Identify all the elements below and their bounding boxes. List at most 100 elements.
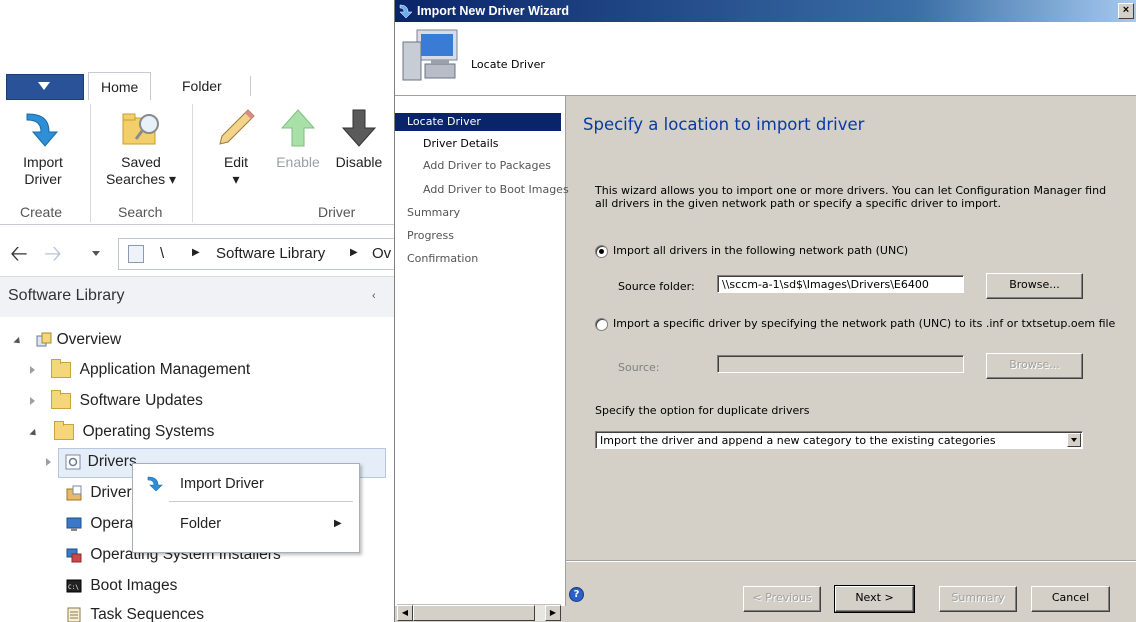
next-button[interactable]: Next > — [834, 585, 915, 613]
scroll-thumb[interactable] — [413, 605, 535, 621]
radio-import-specific-label[interactable]: Import a specific driver by specifying t… — [613, 317, 1115, 330]
page-heading: Specify a location to import driver — [583, 115, 865, 134]
menu-item-import-driver[interactable]: Import Driver — [134, 466, 358, 502]
file-menu-button[interactable] — [6, 74, 84, 100]
edit-button[interactable]: Edit ▾ — [208, 106, 264, 188]
close-icon[interactable]: × — [1118, 3, 1134, 19]
tree-item-task-sequences[interactable]: Task Sequences — [66, 600, 204, 622]
step-locate-driver: Locate Driver — [395, 113, 561, 131]
collapsed-icon — [30, 397, 35, 405]
radio-import-specific[interactable] — [595, 318, 608, 331]
back-arrow-icon[interactable]: 🡠 — [10, 242, 28, 266]
group-separator — [90, 104, 91, 222]
os-image-icon — [66, 517, 82, 531]
tab-folder-label: Folder — [182, 78, 222, 94]
horizontal-scrollbar[interactable]: ◀ ▶ — [397, 604, 561, 621]
tab-folder[interactable]: Folder — [170, 72, 234, 100]
import-driver-wizard: Import New Driver Wizard × Locate Driver… — [394, 0, 1136, 622]
wizard-page: Specify a location to import driver This… — [566, 96, 1136, 622]
browse-source-button[interactable]: Browse... — [986, 353, 1083, 379]
tree-item-overview[interactable]: Overview — [13, 325, 122, 355]
duplicate-option-value: Import the driver and append a new categ… — [600, 434, 996, 447]
tree-item-operating-systems[interactable]: Operating Systems — [29, 417, 215, 447]
collapsed-icon — [46, 458, 51, 466]
overview-icon — [36, 332, 52, 347]
import-driver-label: Import Driver — [23, 154, 63, 187]
boot-image-icon: C:\ — [66, 579, 82, 593]
tree-item-driver-packages[interactable]: Driver — [66, 478, 132, 508]
pencil-icon — [214, 106, 258, 150]
group-create-label: Create — [20, 204, 63, 220]
step-label: Progress — [407, 229, 454, 242]
tab-home[interactable]: Home — [88, 72, 152, 102]
source-input[interactable] — [717, 355, 964, 373]
wizard-header: Locate Driver — [395, 22, 1136, 96]
breadcrumb-chevron-icon[interactable]: ▶ — [350, 247, 358, 258]
tree-item-application-management[interactable]: Application Management — [30, 355, 250, 385]
tree-item-boot-images[interactable]: C:\ Boot Images — [66, 571, 177, 601]
summary-button[interactable]: Summary — [939, 586, 1017, 612]
disable-button[interactable]: Disable — [330, 106, 388, 171]
group-search-label: Search — [118, 204, 163, 220]
breadcrumb-item-software-library[interactable]: Software Library — [216, 245, 325, 262]
folder-icon — [51, 389, 72, 409]
context-menu: Import Driver Folder ▶ — [132, 463, 360, 553]
tree-label: Operating Systems — [82, 423, 215, 440]
saved-searches-button[interactable]: Saved Searches ▾ — [98, 106, 184, 188]
tree-label: Overview — [56, 331, 122, 348]
up-arrow-icon — [276, 106, 320, 150]
duplicate-option-select[interactable]: Import the driver and append a new categ… — [595, 431, 1083, 449]
expanded-icon — [13, 336, 23, 347]
os-installer-icon — [66, 548, 82, 563]
submenu-arrow-icon: ▶ — [334, 518, 342, 529]
forward-arrow-icon[interactable]: 🡢 — [44, 242, 62, 266]
previous-button[interactable]: < Previous — [743, 586, 821, 612]
expanded-icon — [29, 428, 39, 439]
source-label: Source: — [618, 361, 660, 374]
tree-label: Boot Images — [90, 577, 178, 594]
help-icon[interactable]: ? — [569, 587, 584, 602]
collapse-pane-icon[interactable]: ‹ — [372, 290, 376, 302]
step-label: Add Driver to Boot Images — [423, 183, 569, 196]
breadcrumb-chevron-icon[interactable]: ▶ — [192, 247, 200, 258]
scroll-left-icon[interactable]: ◀ — [397, 605, 413, 621]
header-title: Locate Driver — [471, 58, 545, 71]
tree-label: Application Management — [79, 361, 251, 378]
tree-item-drivers[interactable]: Drivers — [46, 447, 137, 477]
radio-import-all-label[interactable]: Import all drivers in the following netw… — [613, 244, 908, 257]
history-dropdown-icon[interactable] — [92, 251, 100, 256]
console-window: Home Folder Import Driver Saved Searches… — [0, 0, 395, 622]
radio-import-all[interactable] — [595, 245, 608, 258]
folder-icon — [54, 420, 75, 440]
breadcrumb-item-overview[interactable]: Ov — [372, 245, 391, 262]
title-bar: Import New Driver Wizard × — [395, 0, 1136, 22]
step-label: Summary — [407, 206, 461, 219]
menu-item-label: Folder — [180, 516, 222, 532]
tree-label: Opera — [90, 515, 134, 532]
import-arrow-icon — [147, 476, 163, 492]
chevron-down-icon[interactable] — [1067, 433, 1081, 447]
source-folder-input[interactable]: \\sccm-a-1\sd$\Images\Drivers\E6400 — [717, 275, 964, 293]
enable-button[interactable]: Enable — [270, 106, 326, 171]
import-driver-button[interactable]: Import Driver — [6, 106, 80, 188]
panel-title: Software Library — [8, 287, 125, 304]
saved-searches-label: Saved Searches ▾ — [105, 154, 177, 187]
tab-home-label: Home — [101, 79, 139, 95]
console-root-icon — [128, 245, 144, 263]
duplicate-option-label: Specify the option for duplicate drivers — [595, 404, 810, 417]
svg-text:C:\: C:\ — [68, 584, 79, 591]
tree-item-software-updates[interactable]: Software Updates — [30, 386, 203, 416]
import-arrow-icon — [21, 106, 65, 150]
drivers-icon — [65, 454, 81, 470]
wizard-steps: Locate Driver Driver Details Add Driver … — [395, 96, 569, 621]
step-driver-details: Driver Details — [423, 135, 498, 153]
cancel-button[interactable]: Cancel — [1031, 586, 1110, 612]
browse-source-folder-button[interactable]: Browse... — [986, 273, 1083, 299]
tree-item-operating-system-images[interactable]: Opera — [66, 509, 133, 539]
menu-item-folder[interactable]: Folder ▶ — [134, 506, 358, 542]
computer-icon — [402, 29, 458, 81]
scroll-right-icon[interactable]: ▶ — [545, 605, 561, 621]
folder-icon — [51, 358, 72, 378]
tree-label: Task Sequences — [90, 606, 205, 622]
driver-package-icon — [66, 485, 82, 501]
